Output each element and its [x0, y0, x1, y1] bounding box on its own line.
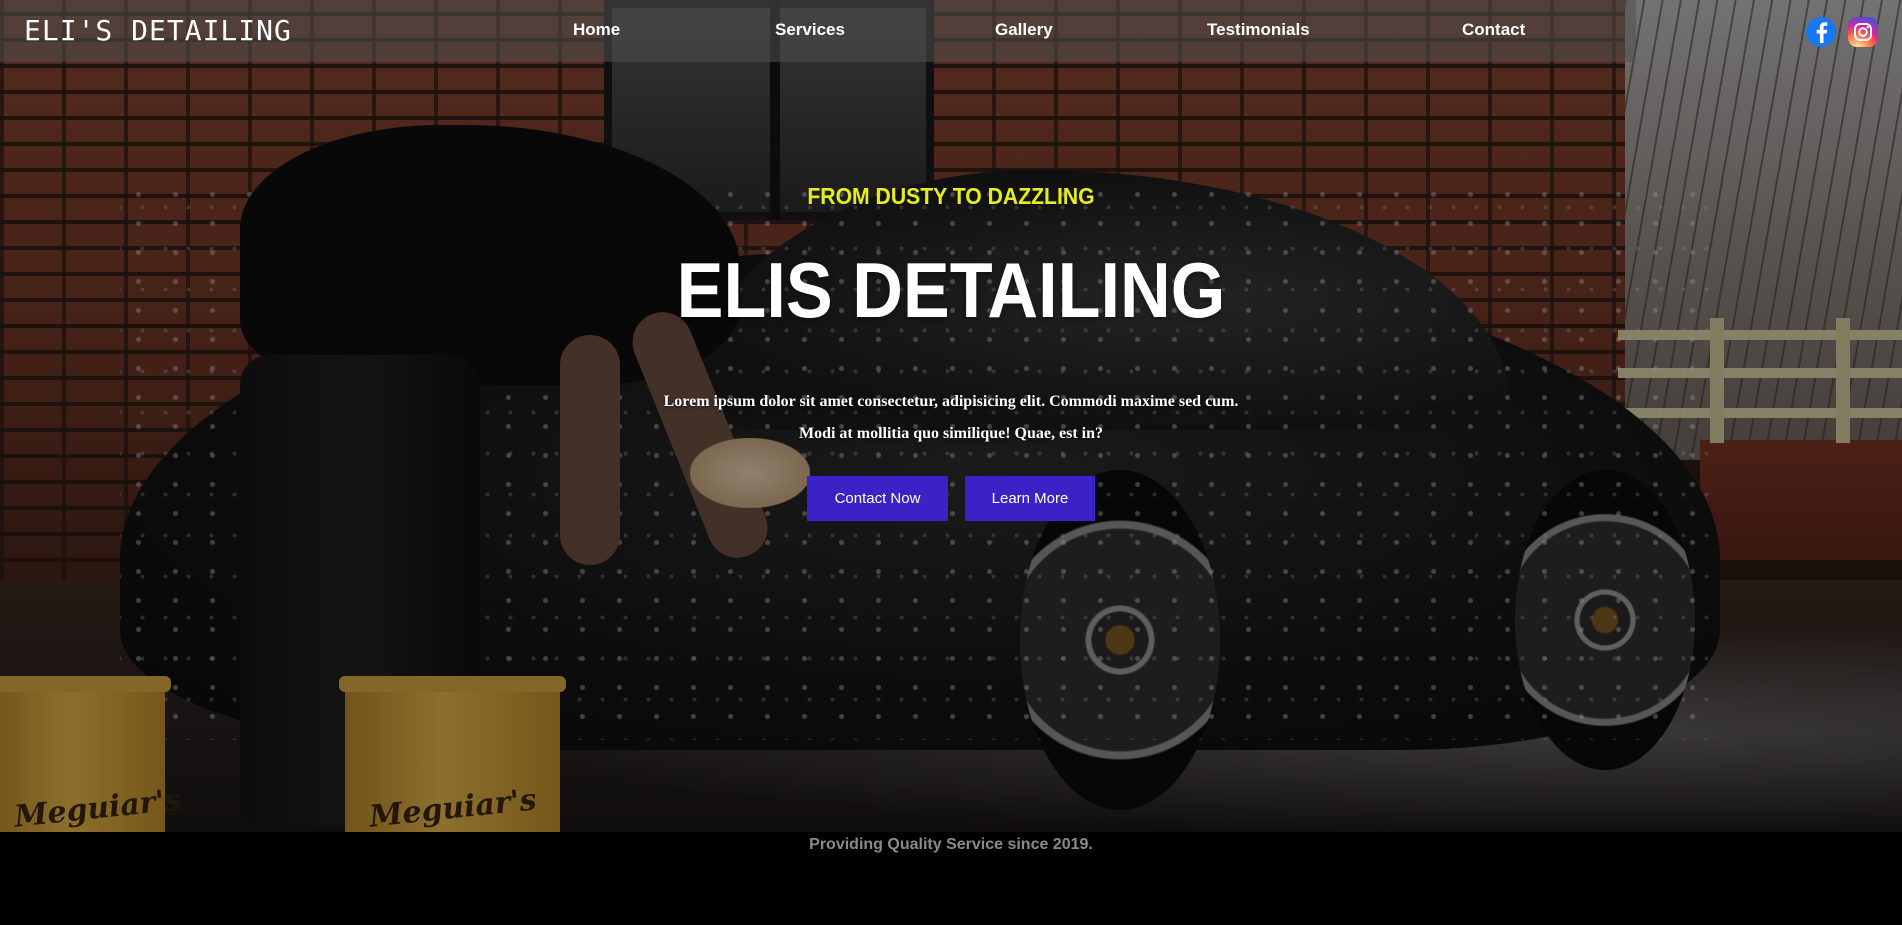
learn-more-button[interactable]: Learn More [965, 476, 1095, 521]
nav-contact[interactable]: Contact [1462, 20, 1525, 40]
nav-gallery[interactable]: Gallery [995, 20, 1053, 40]
since-text: Providing Quality Service since 2019. [809, 836, 1093, 853]
navbar: ELI'S DETAILING Home Services Gallery Te… [0, 0, 1636, 62]
hero-tagline: FROM DUSTY TO DAZZLING [807, 183, 1095, 209]
nav-testimonials[interactable]: Testimonials [1207, 20, 1310, 40]
hero-headline: ELIS DETAILING [676, 246, 1226, 334]
instagram-icon[interactable] [1848, 17, 1878, 47]
contact-now-button[interactable]: Contact Now [807, 476, 948, 521]
page: Meguiar's Meguiar's ELI'S DETAILING Home… [0, 0, 1902, 925]
facebook-icon[interactable] [1806, 17, 1836, 47]
hero-description: Lorem ipsum dolor sit amet consectetur, … [663, 393, 1239, 442]
nav-services[interactable]: Services [775, 20, 845, 40]
nav-home[interactable]: Home [573, 20, 620, 40]
brand-logo[interactable]: ELI'S DETAILING [24, 14, 292, 47]
